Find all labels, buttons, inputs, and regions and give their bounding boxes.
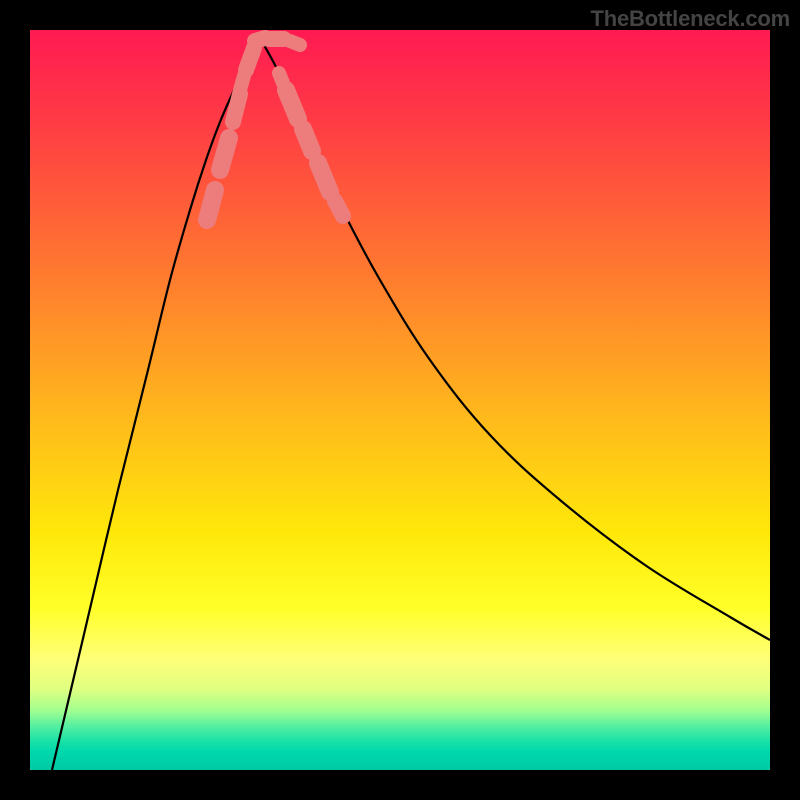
sausage-marker-11 <box>318 163 330 192</box>
curve-layer <box>52 38 770 770</box>
sausage-marker-8 <box>279 73 283 83</box>
sausage-marker-7 <box>290 41 300 45</box>
sausage-marker-9 <box>286 90 298 119</box>
sausage-marker-2 <box>233 94 240 122</box>
sausage-marker-3 <box>240 76 244 90</box>
sausage-marker-1 <box>220 138 229 170</box>
sausage-marker-10 <box>303 129 312 151</box>
watermark-text: TheBottleneck.com <box>590 6 790 32</box>
sausage-marker-0 <box>207 190 215 220</box>
sausage-marker-12 <box>335 201 343 216</box>
bottleneck-chart-svg <box>30 30 770 770</box>
sausage-marker-4 <box>246 48 254 70</box>
curve-right-branch <box>260 38 770 640</box>
